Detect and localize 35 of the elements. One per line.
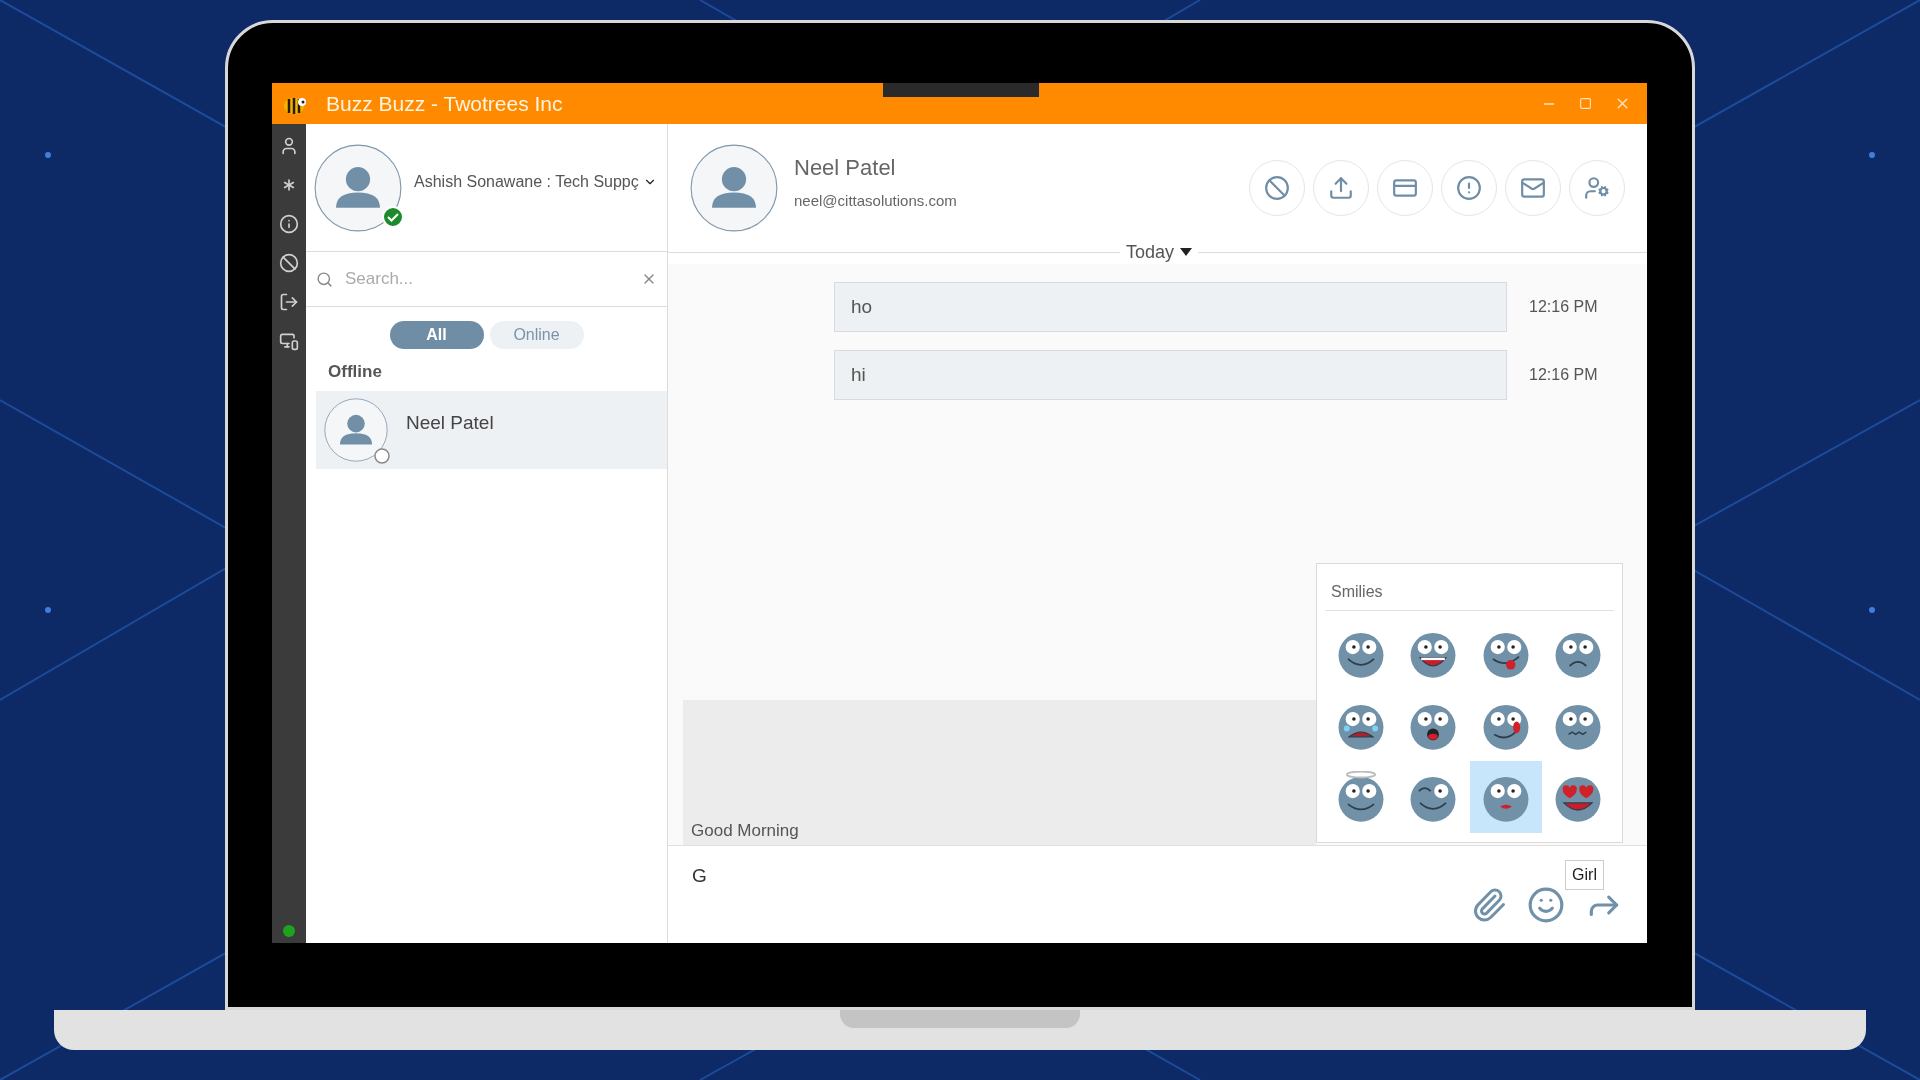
- group-heading: Offline: [327, 361, 383, 383]
- date-divider[interactable]: Today: [1120, 238, 1199, 266]
- user-icon[interactable]: [279, 136, 299, 156]
- block-icon: [1264, 175, 1290, 201]
- contact-item[interactable]: Neel Patel: [316, 390, 667, 469]
- message-time: 12:16 PM: [1529, 297, 1598, 317]
- logout-icon[interactable]: [279, 292, 299, 312]
- upload-icon: [1328, 175, 1354, 201]
- info-icon[interactable]: [279, 214, 299, 234]
- message-bubble: hi: [834, 350, 1507, 400]
- suggestion-text[interactable]: Good Morning: [691, 817, 799, 843]
- caret-icon: [1180, 248, 1193, 256]
- user-settings-icon: [1584, 175, 1610, 201]
- window-title: Buzz Buzz - Twotrees Inc: [326, 90, 563, 117]
- chat-contact-name: Neel Patel: [794, 154, 897, 183]
- message-input[interactable]: G: [692, 862, 1471, 891]
- maximize-icon[interactable]: [1579, 97, 1592, 110]
- message-time: 12:16 PM: [1529, 365, 1598, 385]
- message-bubble: ho: [834, 282, 1507, 332]
- popup-title: Smilies: [1325, 580, 1614, 611]
- emoji-button-icon[interactable]: [1527, 886, 1565, 924]
- emoji-option[interactable]: [1469, 761, 1542, 833]
- avatar-icon: [690, 144, 778, 232]
- avatar-icon: [314, 144, 402, 232]
- profile-dropdown[interactable]: Ashish Sonawane : Tech Suppç: [414, 170, 657, 194]
- block-icon[interactable]: [279, 253, 299, 273]
- search-field[interactable]: Search...: [345, 266, 629, 292]
- alert-icon: [1456, 175, 1482, 201]
- avatar-icon: [324, 397, 388, 462]
- search-icon: [316, 270, 333, 288]
- tooltip: Girl: [1565, 860, 1604, 890]
- chat-contact-email: neel@cittasolutions.com: [794, 191, 957, 212]
- mail-icon: [1520, 175, 1546, 201]
- screen-icon[interactable]: [279, 331, 299, 351]
- paperclip-icon[interactable]: [1471, 887, 1507, 923]
